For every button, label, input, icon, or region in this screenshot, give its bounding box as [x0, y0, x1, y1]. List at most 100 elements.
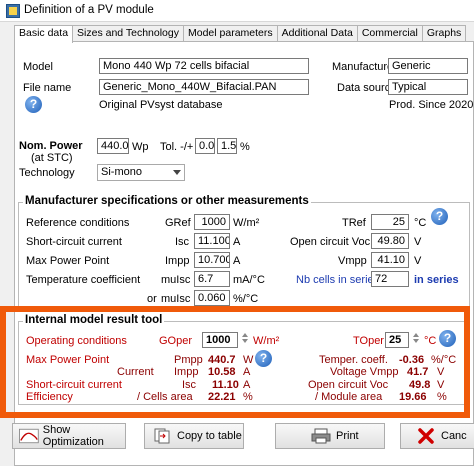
print-button[interactable]: Print [275, 423, 385, 449]
toper-unit: °C [424, 335, 437, 347]
muisc-percent-unit: %/°C [233, 293, 259, 305]
result-isc-label: Short-circuit current [26, 379, 122, 391]
tref-field[interactable]: 25 [371, 214, 409, 230]
nom-power-label: Nom. Power [19, 140, 83, 152]
tab-additional-data[interactable]: Additional Data [276, 25, 358, 42]
copy-to-table-label: Copy to table [177, 430, 242, 442]
muisc-symbol: muIsc [161, 274, 191, 286]
cells-area-unit: % [243, 391, 253, 403]
technology-label: Technology [19, 167, 75, 179]
vmpp-field[interactable]: 41.10 [371, 252, 409, 268]
result-voc-label: Open circuit Voc [308, 379, 389, 391]
result-impp-value: 10.58 [208, 366, 236, 378]
impp-unit: A [233, 255, 241, 267]
cancel-button[interactable]: Canc [400, 423, 474, 449]
nom-power-field[interactable]: 440.0 [97, 138, 129, 154]
help-icon[interactable]: ? [439, 330, 456, 347]
prod-note: Prod. Since 2020 [389, 99, 474, 111]
help-icon[interactable]: ? [431, 208, 448, 225]
goper-spinner[interactable] [240, 331, 249, 349]
tolerance-plus-field[interactable]: 1.5 [217, 138, 237, 154]
cells-area-efficiency: 22.21 [208, 391, 236, 403]
operating-conditions-label: Operating conditions [26, 335, 127, 347]
stc-label: (at STC) [31, 152, 73, 164]
isc-symbol: Isc [175, 236, 190, 248]
module-area-efficiency: 19.66 [399, 391, 427, 403]
muisc-percent-field[interactable]: 0.060 [194, 290, 230, 306]
database-note: Original PVsyst database [99, 99, 223, 111]
internal-model-group: Internal model result tool Operating con… [18, 314, 470, 405]
chevron-down-icon [173, 170, 181, 175]
tab-graphs[interactable]: Graphs [421, 25, 467, 42]
tab-bar: Basic data Sizes and Technology Model pa… [14, 25, 467, 43]
cells-in-series-label: Nb cells in series [296, 274, 380, 286]
isc-field[interactable]: 11.100 [194, 233, 230, 249]
cells-in-series-suffix: in series [414, 274, 459, 286]
copy-to-table-button[interactable]: Copy to table [144, 423, 244, 449]
tab-panel: Model Mono 440 Wp 72 cells bifacial Manu… [14, 41, 474, 466]
result-isc-symbol: Isc [182, 379, 197, 391]
muisc-field[interactable]: 6.7 [194, 271, 230, 287]
impp-symbol: Impp [165, 255, 190, 267]
show-optimization-button[interactable]: Show Optimization [12, 423, 126, 449]
gref-field[interactable]: 1000 [194, 214, 230, 230]
model-label: Model [23, 61, 53, 73]
technology-value: Si-mono [101, 166, 142, 178]
isc-label: Short-circuit current [26, 236, 122, 248]
technology-select[interactable]: Si-mono [97, 164, 185, 181]
temp-coeff-label: Temperature coefficient [26, 274, 141, 286]
goper-field[interactable]: 1000 [202, 332, 238, 348]
isc-unit: A [233, 236, 241, 248]
toper-field[interactable]: 25 [385, 332, 409, 348]
printer-icon [311, 428, 331, 444]
module-area-label: / Module area [315, 391, 383, 403]
result-impp-symbol: Impp [174, 366, 199, 378]
title-bar: Definition of a PV module [0, 0, 474, 22]
efficiency-label: Efficiency [26, 391, 73, 403]
result-isc-unit: A [243, 379, 251, 391]
toper-label: TOper [353, 335, 384, 347]
pmpp-value: 440.7 [208, 354, 236, 366]
window-title: Definition of a PV module [24, 4, 154, 16]
manufacturer-field[interactable]: Generic [388, 58, 468, 74]
vmpp-unit: V [414, 255, 422, 267]
nom-power-unit: Wp [132, 141, 149, 153]
result-isc-value: 11.10 [212, 379, 239, 391]
tref-label: TRef [342, 217, 366, 229]
result-voc-value: 49.8 [409, 379, 431, 391]
close-icon [418, 428, 434, 444]
tolerance-minus-field[interactable]: 0.0 [195, 138, 215, 154]
filename-field[interactable]: Generic_Mono_440W_Bifacial.PAN [99, 79, 309, 95]
temp-coeff-result-value: -0.36 [399, 354, 425, 366]
internal-model-title: Internal model result tool [23, 314, 165, 326]
goper-unit: W/m² [253, 335, 280, 347]
tab-sizes-and-technology[interactable]: Sizes and Technology [72, 25, 184, 42]
help-icon[interactable]: ? [255, 350, 272, 367]
show-optimization-label: Show Optimization [42, 424, 104, 448]
pmpp-symbol: Pmpp [174, 354, 203, 366]
tolerance-unit: % [240, 141, 250, 153]
muisc2-symbol: muIsc [161, 293, 191, 305]
tab-basic-data[interactable]: Basic data [14, 25, 74, 43]
vmpp-label: Vmpp [338, 255, 367, 267]
app-icon [6, 4, 20, 18]
temp-coeff-result-unit: %/°C [431, 354, 457, 366]
result-mpp-label: Max Power Point [26, 354, 110, 366]
tab-commercial[interactable]: Commercial [356, 25, 423, 42]
voc-unit: V [414, 236, 422, 248]
datasource-field[interactable]: Typical [388, 79, 468, 95]
temp-coeff-result-label: Temper. coeff. [319, 354, 388, 366]
result-voc-unit: V [437, 379, 445, 391]
tab-model-parameters[interactable]: Model parameters [183, 25, 278, 42]
impp-field[interactable]: 10.700 [194, 252, 230, 268]
tolerance-label: Tol. -/+ [160, 141, 194, 153]
model-field[interactable]: Mono 440 Wp 72 cells bifacial [99, 58, 309, 74]
copy-icon [154, 428, 170, 444]
mpp-label: Max Power Point [26, 255, 110, 267]
toper-spinner[interactable] [411, 331, 420, 349]
voc-field[interactable]: 49.80 [371, 233, 409, 249]
gref-unit: W/m² [233, 217, 260, 229]
help-icon[interactable]: ? [25, 96, 42, 113]
result-vmpp-label: Voltage Vmpp [330, 366, 399, 378]
cells-in-series-field[interactable]: 72 [371, 271, 409, 287]
